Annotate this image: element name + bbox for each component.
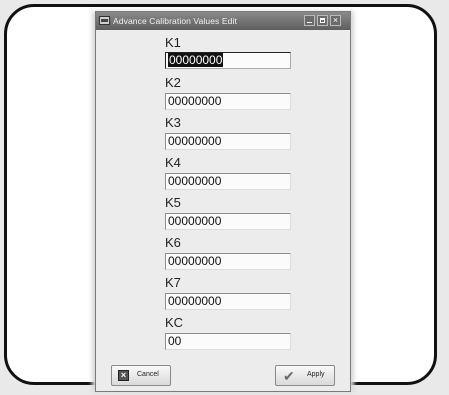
checkmark-icon: ✔ bbox=[283, 368, 295, 384]
input-k5[interactable]: 00000000 bbox=[165, 213, 291, 230]
input-kc[interactable]: 00 bbox=[165, 333, 291, 350]
apply-button[interactable]: ✔ Apply bbox=[275, 365, 335, 386]
field-label-kc: KC bbox=[165, 315, 184, 330]
field-label-k5: K5 bbox=[165, 195, 181, 210]
input-k6[interactable]: 00000000 bbox=[165, 253, 291, 270]
input-k3[interactable]: 00000000 bbox=[165, 133, 291, 150]
field-label-k6: K6 bbox=[165, 235, 181, 250]
window-title: Advance Calibration Values Edit bbox=[113, 16, 237, 26]
minimize-icon[interactable] bbox=[304, 15, 315, 26]
input-k4[interactable]: 00000000 bbox=[165, 173, 291, 190]
input-k1[interactable]: 00000000 bbox=[165, 52, 291, 69]
field-label-k2: K2 bbox=[165, 75, 181, 90]
field-label-k7: K7 bbox=[165, 275, 181, 290]
field-label-k1: K1 bbox=[165, 35, 181, 50]
input-k2[interactable]: 00000000 bbox=[165, 93, 291, 110]
input-k7[interactable]: 00000000 bbox=[165, 293, 291, 310]
cancel-button[interactable]: × Cancel bbox=[111, 365, 171, 386]
field-label-k4: K4 bbox=[165, 155, 181, 170]
app-window-icon bbox=[99, 16, 110, 25]
calibration-dialog: Advance Calibration Values Edit × K1 000… bbox=[95, 11, 351, 392]
field-label-k3: K3 bbox=[165, 115, 181, 130]
input-k1-value: 00000000 bbox=[168, 53, 224, 67]
title-bar[interactable]: Advance Calibration Values Edit × bbox=[96, 12, 350, 30]
cancel-button-label: Cancel bbox=[137, 371, 159, 378]
apply-button-label: Apply bbox=[307, 371, 325, 378]
cancel-x-icon: × bbox=[118, 370, 129, 381]
maximize-icon[interactable] bbox=[317, 15, 328, 26]
close-icon[interactable]: × bbox=[330, 15, 341, 26]
